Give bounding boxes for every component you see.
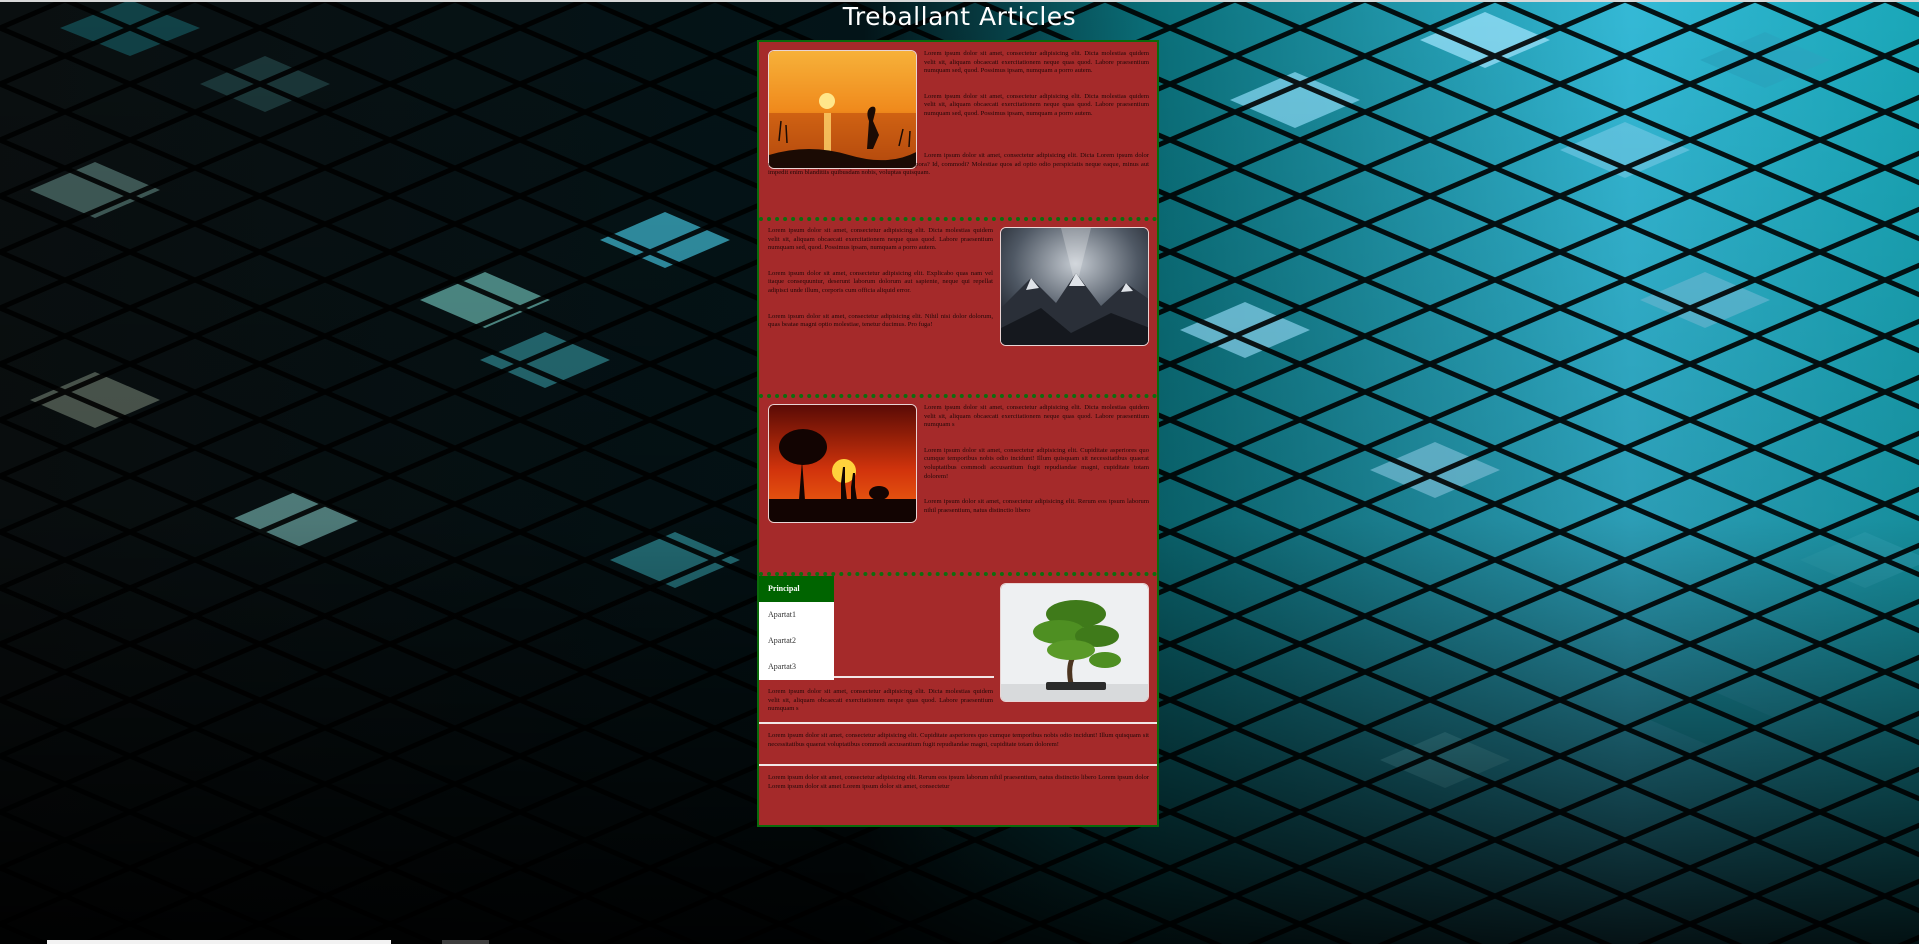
section-menu: Principal Apartat1 Apartat2 Apartat3 [759, 576, 834, 680]
article-3-text: Lorem ipsum dolor sit amet, consectetur … [924, 404, 1149, 532]
article-paragraph: Lorem ipsum dolor sit amet, consectetur … [924, 498, 1149, 514]
article-paragraph: Lorem ipsum dolor sit amet, consectetur … [924, 446, 1149, 480]
article-4-text-3: Lorem ipsum dolor sit amet, consectetur … [768, 774, 1149, 791]
article-paragraph: Lorem ipsum dolor sit amet, consectetur … [768, 312, 993, 329]
article-2: Lorem ipsum dolor sit amet, consectetur … [759, 223, 1157, 393]
article-paragraph: Lorem ipsum dolor sit amet, consectetur … [924, 92, 1149, 117]
article-4-text-1: Lorem ipsum dolor sit amet, consectetur … [768, 688, 993, 714]
article-4-text-2: Lorem ipsum dolor sit amet, consectetur … [768, 732, 1149, 749]
horizontal-scrollbar-segment[interactable] [442, 940, 489, 944]
article-divider [759, 217, 1157, 221]
article-paragraph: Lorem ipsum dolor sit amet, consectetur … [768, 152, 1149, 177]
menu-item-apartat2[interactable]: Apartat2 [759, 628, 834, 654]
section-divider [759, 764, 1157, 766]
menu-item-apartat3[interactable]: Apartat3 [759, 654, 834, 680]
menu-item-apartat1[interactable]: Apartat1 [759, 602, 834, 628]
articles-panel: Lorem ipsum dolor sit amet, consectetur … [757, 40, 1159, 827]
article-paragraph: Lorem ipsum dolor sit amet, consectetur … [768, 227, 993, 252]
savanna-sunset-image [768, 404, 917, 523]
menu-item-principal[interactable]: Principal [759, 576, 834, 602]
article-paragraph: Lorem ipsum dolor sit amet, consectetur … [768, 688, 993, 713]
article-paragraph: Lorem ipsum dolor sit amet, consectetur … [768, 732, 1149, 748]
section-divider [759, 722, 1157, 724]
article-1-text-wrap: Lorem ipsum dolor sit amet, consectetur … [768, 152, 1149, 178]
article-3: Lorem ipsum dolor sit amet, consectetur … [759, 400, 1157, 570]
bonsai-tree-image [1000, 583, 1149, 702]
article-paragraph: Lorem ipsum dolor sit amet, consectetur … [768, 269, 993, 294]
article-paragraph: Lorem ipsum dolor sit amet, consectetur … [924, 50, 1149, 75]
mountain-storm-image [1000, 227, 1149, 346]
article-2-text: Lorem ipsum dolor sit amet, consectetur … [768, 227, 993, 347]
page-title: Treballant Articles [842, 2, 1077, 31]
article-divider [759, 394, 1157, 398]
horizontal-scrollbar-thumb[interactable] [47, 940, 391, 944]
article-1: Lorem ipsum dolor sit amet, consectetur … [759, 42, 1157, 217]
article-paragraph: Lorem ipsum dolor sit amet, consectetur … [924, 404, 1149, 429]
article-paragraph: Lorem ipsum dolor sit amet, consectetur … [768, 774, 1149, 790]
article-1-text: Lorem ipsum dolor sit amet, consectetur … [924, 50, 1149, 136]
